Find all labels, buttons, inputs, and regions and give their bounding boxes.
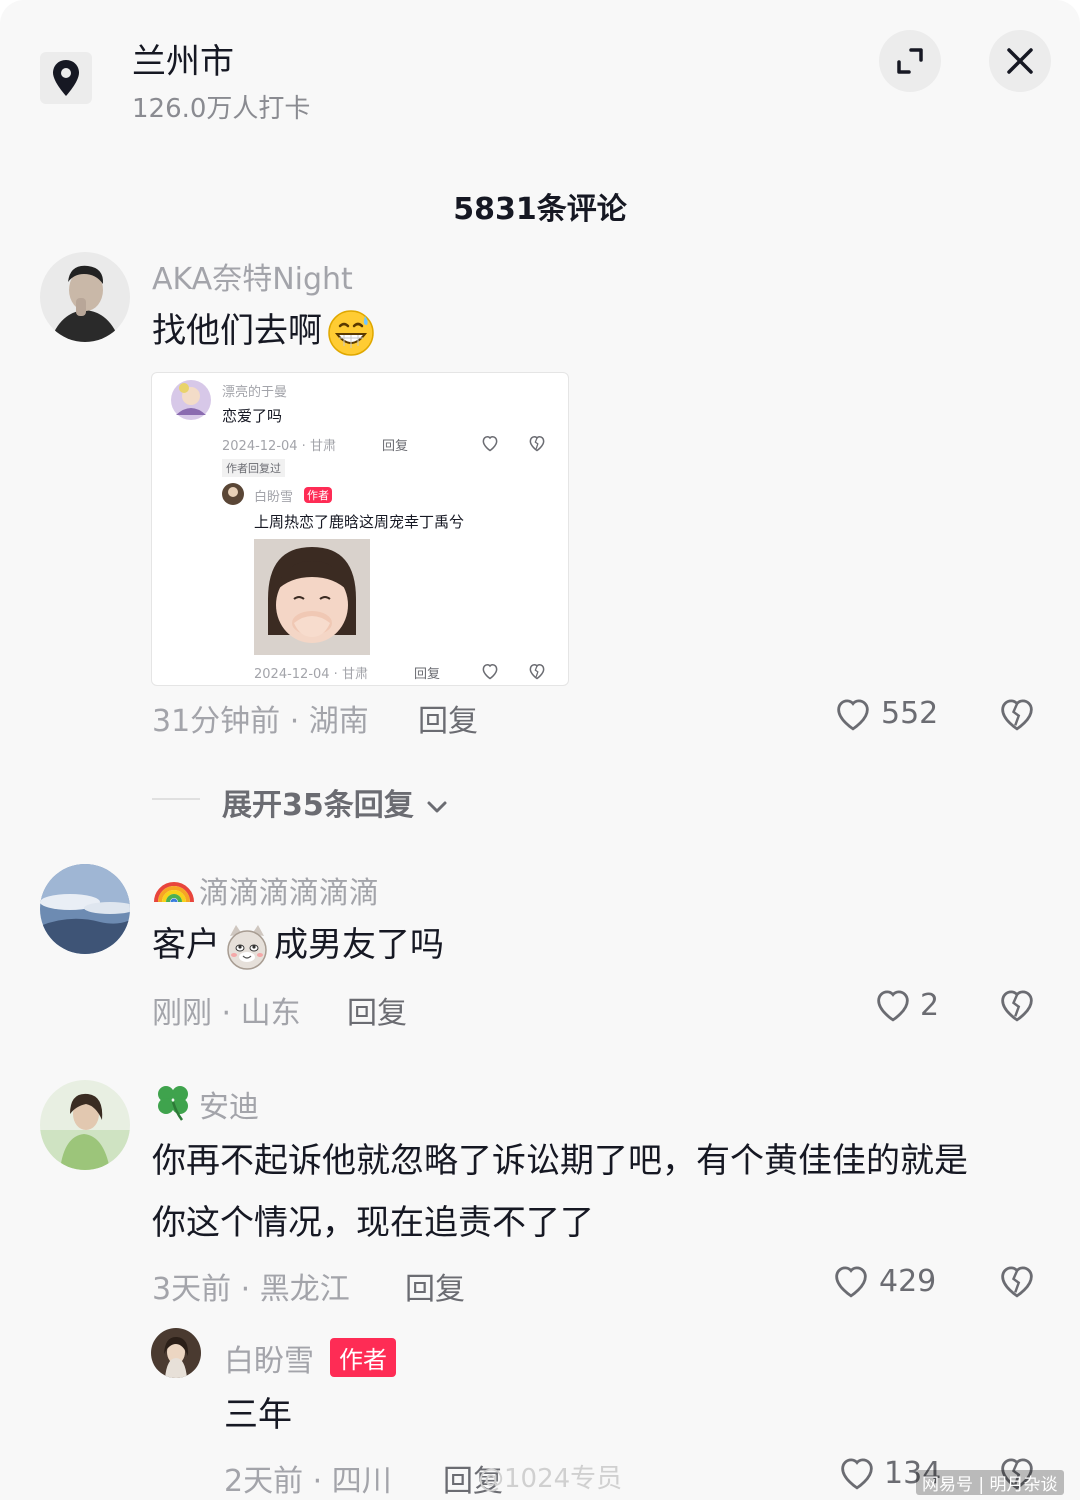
like-count: 2 bbox=[920, 988, 940, 1023]
screenshot-child-photo bbox=[254, 539, 370, 655]
close-icon bbox=[1007, 48, 1033, 74]
like-heart-icon[interactable] bbox=[832, 693, 874, 735]
avatar[interactable] bbox=[40, 864, 130, 954]
avatar[interactable] bbox=[40, 252, 130, 342]
screenshot-heart-icon bbox=[482, 435, 498, 452]
comment-text: 找他们去啊 bbox=[152, 300, 376, 362]
reply-button[interactable]: 回复 bbox=[347, 988, 407, 1032]
comment-text-content: 找他们去啊 bbox=[152, 311, 322, 351]
screenshot-sub-date: 2024-12-04 · 甘肃 bbox=[254, 667, 368, 682]
comment-username[interactable]: 滴滴滴滴滴滴 bbox=[199, 868, 379, 912]
expand-replies-label: 展开35条回复 bbox=[222, 788, 414, 823]
screenshot-text: 恋爱了吗 bbox=[222, 407, 283, 425]
comment-text-line: 你这个情况，现在追责不了了 bbox=[152, 1203, 594, 1243]
expand-button[interactable] bbox=[879, 30, 941, 92]
like-count: 429 bbox=[879, 1264, 937, 1299]
like-count: 552 bbox=[881, 696, 939, 731]
comment-text-line: 你再不起诉他就忽略了诉讼期了吧，有个黄佳佳的就是 bbox=[152, 1141, 968, 1181]
avatar-image bbox=[40, 864, 130, 954]
avatar[interactable] bbox=[151, 1328, 201, 1378]
comment-username[interactable]: AKA奈特Night bbox=[152, 254, 353, 298]
screenshot-sub-username: 白盼雪 bbox=[254, 490, 294, 505]
screenshot-sub-text: 上周热恋了鹿晗这周宠幸丁禹兮 bbox=[254, 513, 465, 531]
dislike-broken-heart-icon[interactable] bbox=[996, 1260, 1038, 1302]
weibo-watermark: @1024专员 bbox=[478, 1464, 623, 1494]
avatar-image bbox=[151, 1328, 201, 1378]
comment-text-after: 成男友了吗 bbox=[274, 925, 444, 965]
like-heart-icon[interactable] bbox=[872, 984, 914, 1026]
like-heart-icon[interactable] bbox=[836, 1452, 878, 1494]
dislike-broken-heart-icon[interactable] bbox=[996, 693, 1038, 735]
screenshot-sub-heart-icon bbox=[482, 663, 498, 680]
screenshot-reply: 回复 bbox=[382, 439, 409, 454]
reply-button[interactable]: 回复 bbox=[405, 1264, 465, 1308]
comment-text: 客户 成男友了吗 bbox=[152, 914, 444, 976]
location-pin-icon bbox=[53, 60, 79, 96]
screenshot-sub-avatar bbox=[222, 483, 244, 505]
screenshot-author-badge: 作者 bbox=[304, 487, 332, 503]
comment-time-location: 2天前 · 四川 bbox=[224, 1464, 392, 1499]
avatar[interactable] bbox=[40, 1080, 130, 1170]
like-heart-icon[interactable] bbox=[830, 1260, 872, 1302]
author-badge: 作者 bbox=[330, 1338, 396, 1377]
location-pin-box[interactable] bbox=[40, 52, 92, 104]
screenshot-avatar bbox=[171, 380, 211, 420]
rainbow-emoji-icon bbox=[154, 882, 194, 903]
comment-time-location: 31分钟前 · 湖南 bbox=[152, 704, 369, 739]
comment-count-title: 5831条评论 bbox=[453, 192, 627, 227]
comment-text: 你再不起诉他就忽略了诉讼期了吧，有个黄佳佳的就是 你这个情况，现在追责不了了 bbox=[152, 1130, 1052, 1254]
comment-username[interactable]: 安迪 bbox=[199, 1082, 259, 1126]
screenshot-sub-reply: 回复 bbox=[414, 667, 441, 682]
screenshot-sub-dislike-icon bbox=[529, 663, 545, 680]
comment-text-before: 客户 bbox=[152, 925, 220, 965]
chevron-down-icon bbox=[427, 801, 447, 812]
dislike-broken-heart-icon[interactable] bbox=[996, 984, 1038, 1026]
avatar-image bbox=[40, 1080, 130, 1170]
comment-username[interactable]: 白盼雪 bbox=[224, 1336, 314, 1380]
comment-time-location: 3天前 · 黑龙江 bbox=[152, 1272, 350, 1307]
comments-sheet: 兰州市 126.0万人打卡 5831条评论 AKA奈特Night 找他们去啊 漂… bbox=[0, 0, 1080, 1500]
comment-time-location: 刚刚 · 山东 bbox=[152, 996, 301, 1031]
grin-sweat-emoji-icon bbox=[328, 309, 374, 356]
screenshot-username: 漂亮的于曼 bbox=[222, 385, 288, 400]
netease-watermark: 网易号 | 明月杂谈 bbox=[916, 1470, 1064, 1495]
clover-emoji-icon bbox=[158, 1086, 188, 1121]
cat-face-emoji-icon bbox=[227, 924, 267, 970]
screenshot-dislike-icon bbox=[529, 435, 545, 452]
comment-image[interactable]: 漂亮的于曼 恋爱了吗 2024-12-04 · 甘肃 回复 作者回复过 白盼雪 … bbox=[151, 372, 569, 686]
expand-divider bbox=[152, 798, 200, 800]
checkin-count: 126.0万人打卡 bbox=[132, 94, 311, 124]
location-title[interactable]: 兰州市 bbox=[132, 34, 234, 83]
reply-button[interactable]: 回复 bbox=[418, 696, 478, 740]
expand-replies-button[interactable]: 展开35条回复 bbox=[222, 780, 450, 824]
avatar-image bbox=[40, 252, 130, 342]
close-button[interactable] bbox=[989, 30, 1051, 92]
screenshot-date: 2024-12-04 · 甘肃 bbox=[222, 439, 336, 454]
comment-text: 三年 bbox=[224, 1395, 292, 1435]
author-replied-tag: 作者回复过 bbox=[222, 459, 285, 477]
expand-icon bbox=[897, 48, 923, 74]
